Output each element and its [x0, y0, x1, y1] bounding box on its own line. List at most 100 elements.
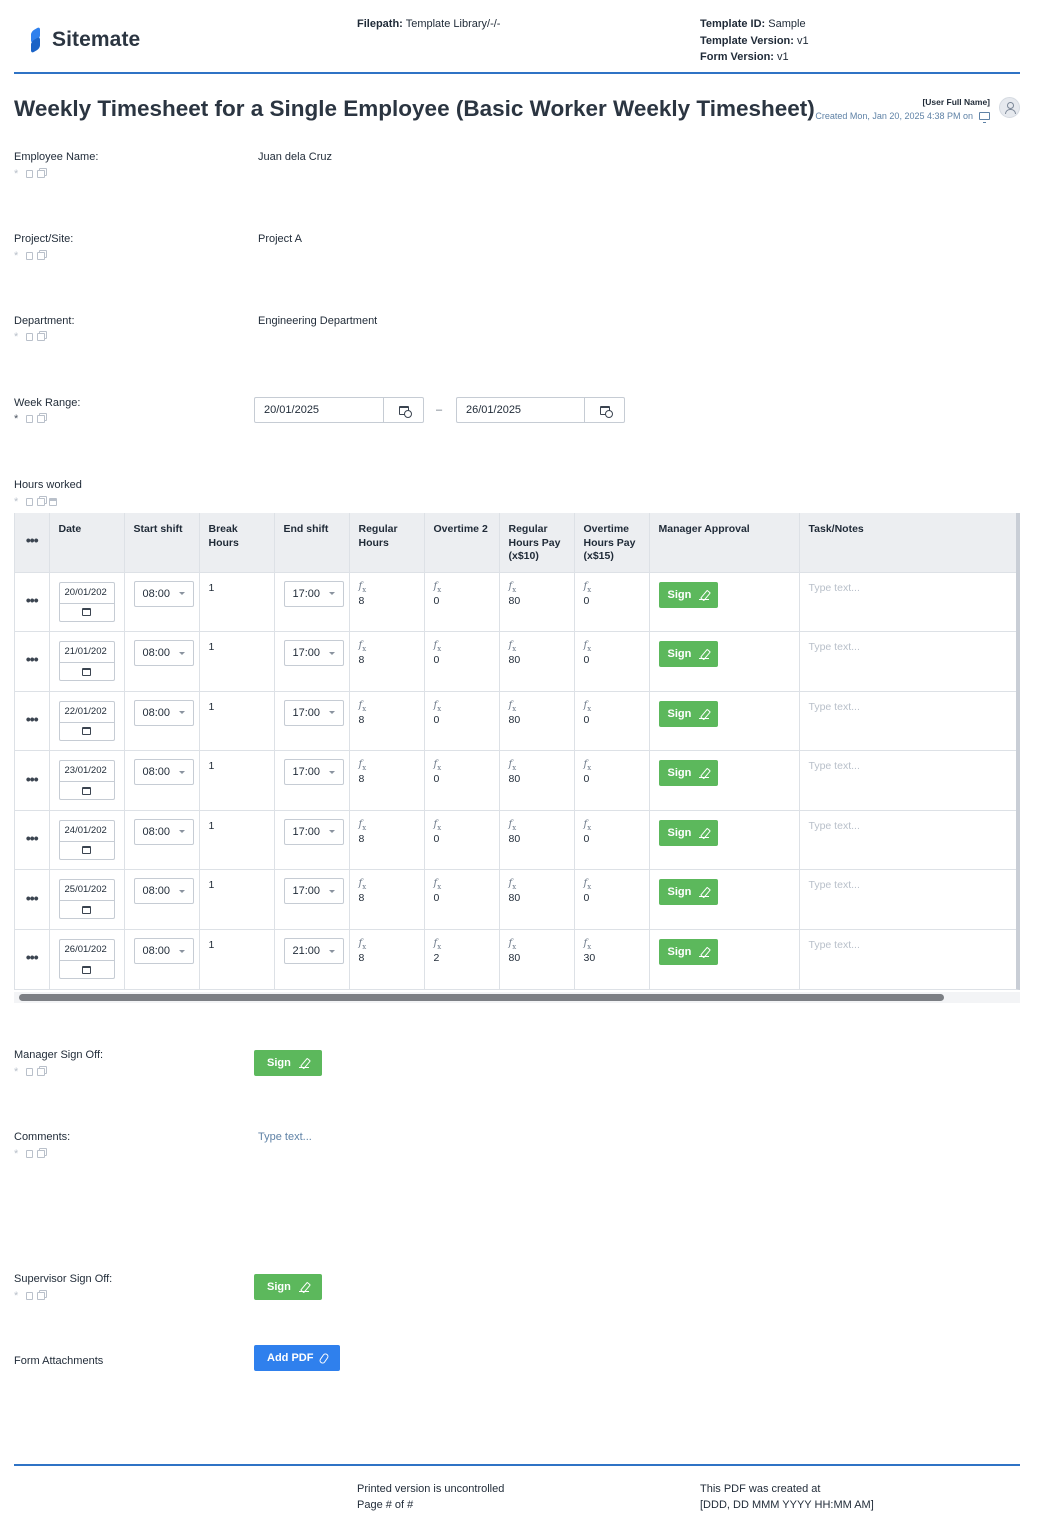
- end-shift-select[interactable]: 17:00: [283, 640, 344, 667]
- start-shift-select[interactable]: 08:00: [133, 878, 194, 905]
- start-shift-select[interactable]: 08:00: [133, 640, 194, 667]
- week-end-date-value[interactable]: 26/01/2025: [457, 398, 584, 422]
- task-notes-cell[interactable]: Type text...: [799, 631, 1016, 692]
- approval-sign-button[interactable]: Sign: [658, 939, 719, 966]
- project-site-value[interactable]: Project A: [258, 233, 302, 245]
- row-date-input[interactable]: 20/01/202: [58, 581, 115, 622]
- user-avatar-icon[interactable]: [999, 97, 1020, 118]
- row-date-value[interactable]: 22/01/202: [58, 700, 115, 723]
- approval-sign-button[interactable]: Sign: [658, 700, 719, 727]
- copy-icon[interactable]: [37, 498, 45, 506]
- more-dots-icon[interactable]: •••: [26, 830, 39, 846]
- copy-icon[interactable]: [37, 1068, 45, 1076]
- week-start-calendar-button[interactable]: [383, 398, 423, 422]
- end-shift-select[interactable]: 17:00: [283, 699, 344, 726]
- start-shift-select[interactable]: 08:00: [133, 580, 194, 607]
- row-actions[interactable]: •••: [15, 929, 50, 989]
- row-date-value[interactable]: 24/01/202: [58, 819, 115, 842]
- copy-icon[interactable]: [37, 415, 45, 423]
- row-calendar-button[interactable]: [58, 722, 115, 741]
- more-dots-icon[interactable]: •••: [26, 592, 39, 608]
- row-actions[interactable]: •••: [15, 750, 50, 811]
- row-date-value[interactable]: 23/01/202: [58, 760, 115, 783]
- row-calendar-button[interactable]: [58, 782, 115, 801]
- row-calendar-button[interactable]: [58, 901, 115, 920]
- copy-icon[interactable]: [37, 1292, 45, 1300]
- row-date-value[interactable]: 20/01/202: [58, 581, 115, 604]
- row-actions[interactable]: •••: [15, 810, 50, 871]
- row-actions[interactable]: •••: [15, 869, 50, 931]
- task-notes-cell[interactable]: Type text...: [799, 750, 1016, 811]
- document-icon[interactable]: [26, 1068, 33, 1076]
- more-dots-icon[interactable]: •••: [26, 771, 39, 787]
- break-hours-cell[interactable]: 1: [199, 869, 275, 931]
- start-shift-select[interactable]: 08:00: [133, 759, 194, 786]
- end-shift-select[interactable]: 17:00: [283, 818, 344, 845]
- row-date-value[interactable]: 25/01/202: [58, 879, 115, 902]
- more-dots-icon[interactable]: •••: [26, 890, 39, 906]
- document-icon[interactable]: [26, 498, 33, 506]
- task-notes-cell[interactable]: Type text...: [799, 810, 1016, 871]
- week-end-calendar-button[interactable]: [584, 398, 624, 422]
- end-shift-select[interactable]: 17:00: [283, 878, 344, 905]
- week-start-date-value[interactable]: 20/01/2025: [255, 398, 383, 422]
- approval-sign-button[interactable]: Sign: [658, 760, 719, 787]
- row-date-input[interactable]: 25/01/202: [58, 879, 115, 920]
- add-pdf-button[interactable]: Add PDF: [254, 1345, 341, 1371]
- approval-sign-button[interactable]: Sign: [658, 641, 719, 668]
- task-notes-cell[interactable]: Type text...: [799, 691, 1016, 752]
- end-shift-select[interactable]: 21:00: [283, 938, 344, 965]
- task-notes-input[interactable]: Type text...: [809, 701, 860, 713]
- copy-icon[interactable]: [37, 333, 45, 341]
- break-hours-cell[interactable]: 1: [199, 810, 275, 871]
- break-hours-cell[interactable]: 1: [199, 572, 275, 633]
- document-icon[interactable]: [26, 1292, 33, 1300]
- approval-sign-button[interactable]: Sign: [658, 819, 719, 846]
- task-notes-input[interactable]: Type text...: [809, 820, 860, 832]
- break-hours-cell[interactable]: 1: [199, 929, 275, 989]
- row-date-input[interactable]: 22/01/202: [58, 700, 115, 741]
- row-actions[interactable]: •••: [15, 691, 50, 752]
- task-notes-input[interactable]: Type text...: [809, 939, 860, 951]
- more-dots-icon[interactable]: •••: [26, 651, 39, 667]
- start-shift-select[interactable]: 08:00: [133, 938, 194, 965]
- row-calendar-button[interactable]: [58, 603, 115, 622]
- task-notes-cell[interactable]: Type text...: [799, 572, 1016, 633]
- row-calendar-button[interactable]: [58, 961, 115, 980]
- start-shift-select[interactable]: 08:00: [133, 818, 194, 845]
- start-shift-select[interactable]: 08:00: [133, 699, 194, 726]
- copy-icon[interactable]: [37, 1150, 45, 1158]
- employee-name-value[interactable]: Juan dela Cruz: [258, 151, 332, 163]
- task-notes-input[interactable]: Type text...: [809, 760, 860, 772]
- approval-sign-button[interactable]: Sign: [658, 581, 719, 608]
- document-icon[interactable]: [26, 170, 33, 178]
- row-date-value[interactable]: 21/01/202: [58, 641, 115, 664]
- row-date-value[interactable]: 26/01/202: [58, 939, 115, 962]
- row-calendar-button[interactable]: [58, 663, 115, 682]
- comments-input[interactable]: Type text...: [258, 1131, 312, 1143]
- row-date-input[interactable]: 24/01/202: [58, 819, 115, 860]
- copy-icon[interactable]: [37, 252, 45, 260]
- row-date-input[interactable]: 21/01/202: [58, 641, 115, 682]
- task-notes-cell[interactable]: Type text...: [799, 929, 1016, 989]
- task-notes-input[interactable]: Type text...: [809, 582, 860, 594]
- break-hours-cell[interactable]: 1: [199, 631, 275, 692]
- end-shift-select[interactable]: 17:00: [283, 759, 344, 786]
- week-end-date-input[interactable]: 26/01/2025: [456, 397, 625, 423]
- horizontal-scrollbar-thumb[interactable]: [19, 994, 944, 1001]
- copy-icon[interactable]: [37, 170, 45, 178]
- row-date-input[interactable]: 26/01/202: [58, 939, 115, 980]
- header-actions[interactable]: •••: [15, 513, 50, 573]
- row-calendar-button[interactable]: [58, 841, 115, 860]
- document-icon[interactable]: [26, 333, 33, 341]
- break-hours-cell[interactable]: 1: [199, 750, 275, 811]
- approval-sign-button[interactable]: Sign: [658, 879, 719, 906]
- document-icon[interactable]: [26, 415, 33, 423]
- task-notes-input[interactable]: Type text...: [809, 641, 860, 653]
- more-dots-icon[interactable]: •••: [26, 711, 39, 727]
- row-date-input[interactable]: 23/01/202: [58, 760, 115, 801]
- supervisor-sign-button[interactable]: Sign: [254, 1274, 322, 1300]
- task-notes-cell[interactable]: Type text...: [799, 869, 1016, 931]
- document-icon[interactable]: [26, 252, 33, 260]
- table-icon[interactable]: [49, 498, 57, 506]
